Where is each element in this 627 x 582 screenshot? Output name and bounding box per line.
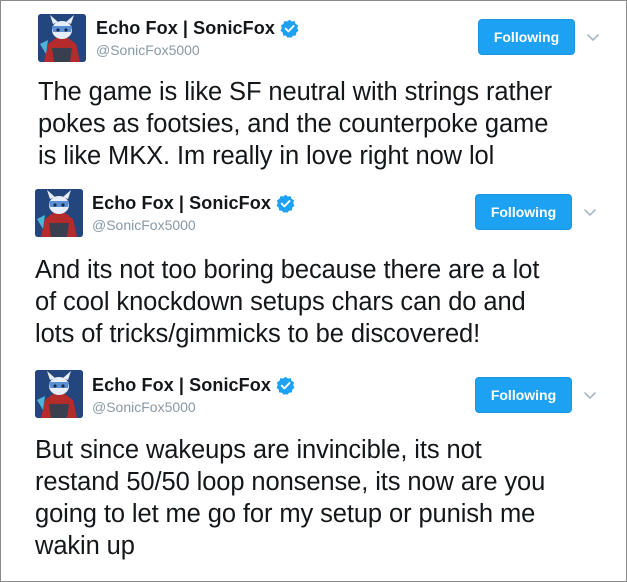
author-handle[interactable]: @SonicFox5000	[92, 399, 196, 415]
verified-badge-icon	[276, 376, 295, 395]
tweet-text-line: lots of tricks/gimmicks to be discovered…	[35, 320, 481, 348]
avatar-image	[35, 189, 83, 237]
tweet-text-line: The game is like SF neutral with strings…	[38, 78, 553, 106]
tweet-text: The game is like SF neutral with strings…	[38, 76, 552, 172]
tweet-text-line: is like MKX. Im really in love right now…	[38, 142, 495, 170]
tweet-2: Echo Fox | SonicFox @SonicFox5000 Follow…	[1, 183, 626, 361]
verified-badge-icon	[276, 194, 295, 213]
following-button[interactable]: Following	[475, 377, 572, 413]
display-name[interactable]: Echo Fox | SonicFox	[92, 193, 271, 214]
avatar[interactable]	[38, 14, 86, 62]
avatar[interactable]	[35, 189, 83, 237]
chevron-down-icon[interactable]	[583, 388, 597, 402]
tweet-text-line: wakin up	[35, 532, 135, 560]
verified-badge-icon	[280, 19, 299, 38]
following-button[interactable]: Following	[475, 194, 572, 230]
author-name-row: Echo Fox | SonicFox	[92, 375, 295, 396]
author-name-row: Echo Fox | SonicFox	[96, 18, 299, 39]
avatar[interactable]	[35, 370, 83, 418]
tweet-text-line: But since wakeups are invincible, its no…	[35, 436, 482, 464]
tweet-text: But since wakeups are invincible, its no…	[35, 434, 545, 562]
chevron-down-icon[interactable]	[583, 205, 597, 219]
tweet-text-line: restand 50/50 loop nonsense, its now are…	[35, 468, 546, 496]
tweet-thread: Echo Fox | SonicFox @SonicFox5000 Follow…	[0, 0, 627, 582]
display-name[interactable]: Echo Fox | SonicFox	[96, 18, 275, 39]
author-name-row: Echo Fox | SonicFox	[92, 193, 295, 214]
tweet-1: Echo Fox | SonicFox @SonicFox5000 Follow…	[1, 1, 626, 183]
tweet-text: And its not too boring because there are…	[35, 254, 539, 350]
avatar-image	[38, 14, 86, 62]
following-button[interactable]: Following	[478, 19, 575, 55]
avatar-image	[35, 370, 83, 418]
author-handle[interactable]: @SonicFox5000	[96, 42, 200, 58]
chevron-down-icon[interactable]	[586, 30, 600, 44]
author-handle[interactable]: @SonicFox5000	[92, 217, 196, 233]
tweet-text-line: going to let me go for my setup or punis…	[35, 500, 536, 528]
display-name[interactable]: Echo Fox | SonicFox	[92, 375, 271, 396]
tweet-text-line: And its not too boring because there are…	[35, 256, 540, 284]
tweet-3: Echo Fox | SonicFox @SonicFox5000 Follow…	[1, 361, 626, 581]
tweet-text-line: pokes as footsies, and the counterpoke g…	[38, 110, 549, 138]
tweet-text-line: of cool knockdown setups chars can do an…	[35, 288, 526, 316]
